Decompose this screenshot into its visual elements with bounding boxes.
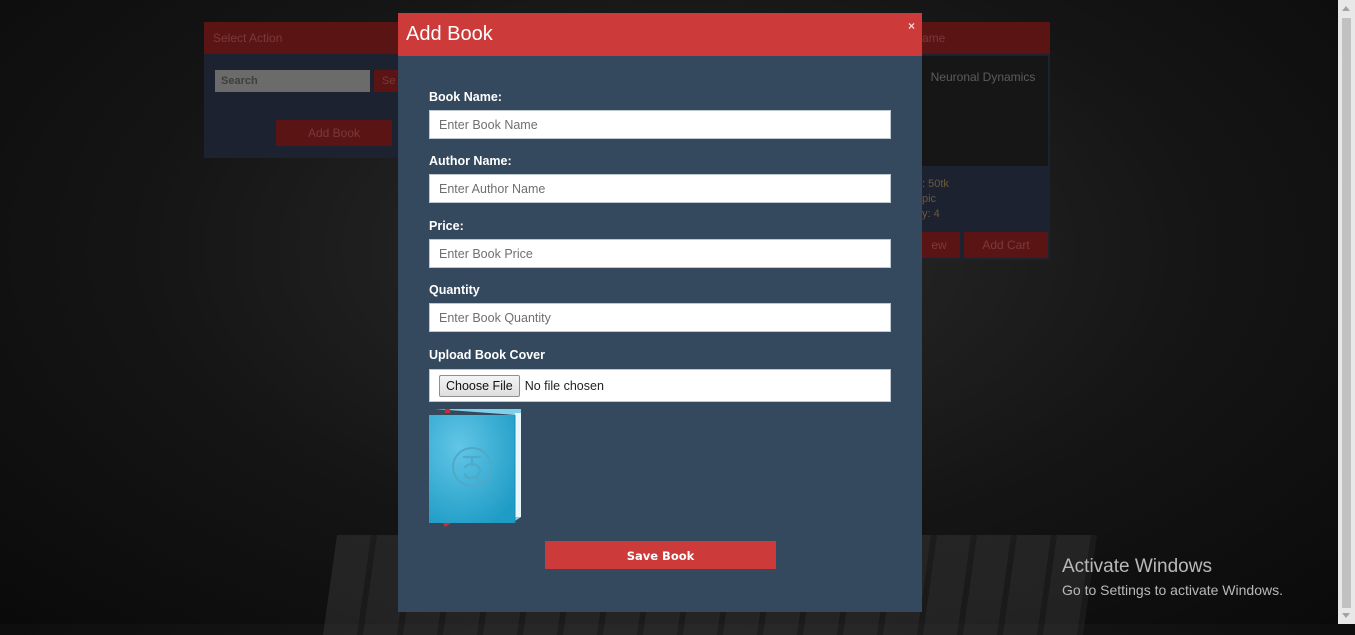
add-book-modal: Add Book × Book Name: Author Name: Price… [398, 13, 922, 612]
background-book-cover: Neuronal Dynamics [918, 56, 1048, 166]
background-card-line: pic [922, 193, 937, 205]
modal-title: Add Book [406, 23, 493, 45]
scroll-down-icon[interactable] [1342, 613, 1350, 618]
background-search-input: Search [215, 70, 370, 92]
scroll-up-icon[interactable] [1342, 6, 1350, 11]
background-view-button: ew [918, 232, 960, 258]
page-scrollbar[interactable] [1338, 0, 1355, 624]
quantity-label: Quantity [429, 283, 480, 297]
book-name-input[interactable] [429, 110, 891, 139]
scrollbar-thumb[interactable] [1342, 18, 1351, 608]
quantity-input[interactable] [429, 303, 891, 332]
background-card-line: : 50tk [922, 178, 949, 190]
book-name-label: Book Name: [429, 90, 502, 104]
file-status-text: No file chosen [524, 378, 604, 393]
save-book-button[interactable]: Save Book [545, 541, 776, 569]
upload-cover-label: Upload Book Cover [429, 348, 545, 362]
background-add-book-button: Add Book [276, 120, 392, 146]
activate-windows-watermark: Activate Windows Go to Settings to activ… [1062, 556, 1283, 598]
modal-header: Add Book × [398, 13, 922, 56]
background-add-cart-button: Add Cart [964, 232, 1048, 258]
price-label: Price: [429, 219, 464, 233]
watermark-title: Activate Windows [1062, 556, 1212, 577]
choose-file-button[interactable]: Choose File [439, 374, 520, 397]
book-cover-icon [429, 409, 523, 527]
author-name-label: Author Name: [429, 154, 512, 168]
background-card-line: y: 4 [922, 208, 940, 220]
background-action-panel: Select Action Search Se Add Book [204, 22, 404, 158]
background-card-header: ame [918, 22, 1050, 54]
background-book-card: ame Neuronal Dynamics : 50tk pic y: 4 ew… [918, 22, 1050, 260]
price-input[interactable] [429, 239, 891, 268]
author-name-input[interactable] [429, 174, 891, 203]
watermark-subtitle: Go to Settings to activate Windows. [1062, 582, 1283, 598]
book-cover-file-input[interactable]: Choose File No file chosen [429, 369, 891, 402]
background-panel-header: Select Action [204, 22, 404, 54]
close-icon[interactable]: × [908, 19, 915, 33]
